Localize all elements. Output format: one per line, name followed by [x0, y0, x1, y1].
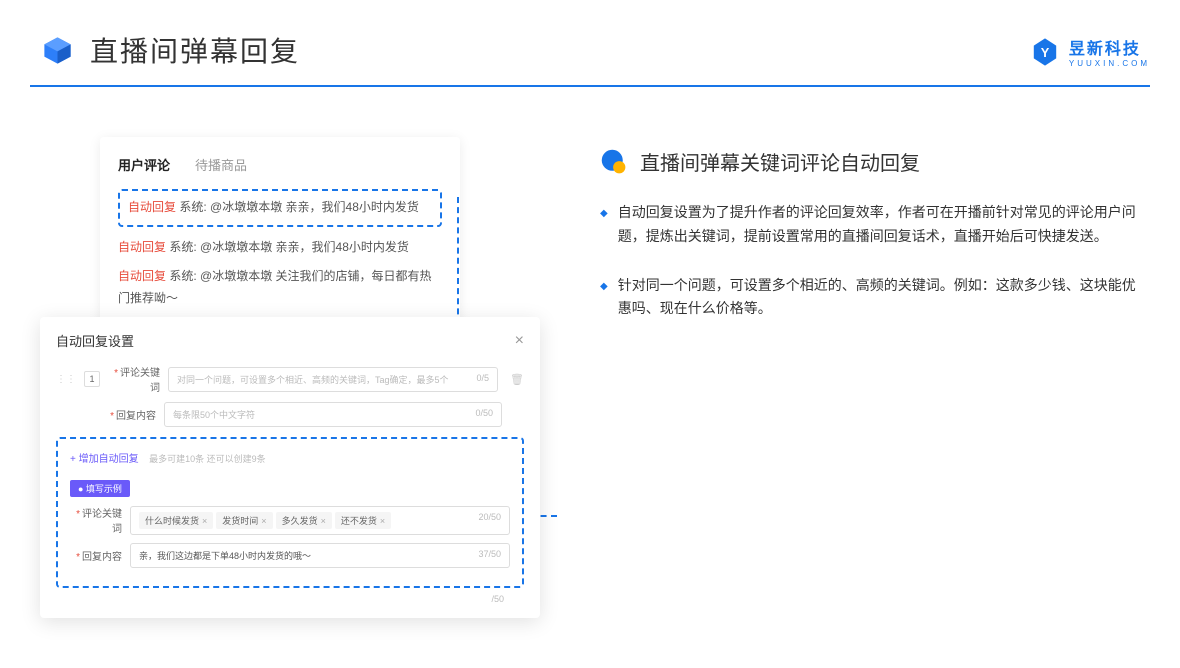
keyword-tag[interactable]: 发货时间	[216, 512, 272, 529]
add-hint: 最多可建10条 还可以创建9条	[149, 454, 266, 464]
brand-logo: Y 昱新科技 YUUXIN.COM	[1029, 35, 1150, 68]
comment-text: 系统: @冰墩墩本墩 亲亲，我们48小时内发货	[166, 240, 409, 254]
keyword-tag[interactable]: 多久发货	[276, 512, 332, 529]
auto-reply-settings-panel: 自动回复设置 × ⋮⋮ 1 *评论关键词 对同一个问题，可设置多个相近、高频的关…	[40, 317, 540, 618]
bullet-1: ◆ 自动回复设置为了提升作者的评论回复效率，作者可在开播前针对常见的评论用户问题…	[600, 201, 1140, 249]
highlighted-comment: 自动回复 系统: @冰墩墩本墩 亲亲，我们48小时内发货	[118, 189, 442, 227]
keyword-tag[interactable]: 还不发货	[335, 512, 391, 529]
svg-text:Y: Y	[1041, 44, 1050, 59]
example-badge: ● 填写示例	[70, 480, 130, 497]
example-section: + 增加自动回复 最多可建10条 还可以创建9条 ● 填写示例 *评论关键词 什…	[56, 437, 524, 588]
tab-user-comments[interactable]: 用户评论	[118, 155, 170, 174]
ex-keyword-input[interactable]: 什么时候发货发货时间多久发货还不发货 20/50	[130, 506, 510, 535]
cube-icon	[40, 33, 75, 68]
diamond-icon: ◆	[600, 278, 608, 322]
brand-icon: Y	[1029, 36, 1061, 68]
section-title: 直播间弹幕关键词评论自动回复	[640, 147, 920, 176]
auto-reply-tag: 自动回复	[128, 200, 176, 214]
chat-bubble-icon	[600, 148, 628, 176]
brand-name-en: YUUXIN.COM	[1069, 59, 1150, 68]
auto-reply-tag: 自动回复	[118, 240, 166, 254]
row-number: 1	[84, 371, 100, 387]
keyword-label: *评论关键词	[108, 364, 160, 394]
tab-pending-products[interactable]: 待播商品	[195, 155, 247, 174]
page-title: 直播间弹幕回复	[90, 30, 300, 70]
bottom-counter: /50	[56, 594, 524, 604]
comment-text: 系统: @冰墩墩本墩 亲亲，我们48小时内发货	[176, 200, 419, 214]
close-icon[interactable]: ×	[515, 332, 524, 350]
content-input[interactable]: 每条限50个中文字符 0/50	[164, 402, 502, 427]
auto-reply-tag: 自动回复	[118, 269, 166, 283]
ex-keyword-label: *评论关键词	[70, 505, 122, 535]
ex-content-label: *回复内容	[70, 548, 122, 563]
content-label: *回复内容	[104, 407, 156, 422]
keyword-input[interactable]: 对同一个问题，可设置多个相近、高频的关键词，Tag确定，最多5个 0/5	[168, 367, 498, 392]
delete-icon[interactable]: 🗑	[510, 373, 524, 386]
diamond-icon: ◆	[600, 205, 608, 249]
drag-handle-icon[interactable]: ⋮⋮	[56, 374, 76, 385]
ex-content-input[interactable]: 亲，我们这边都是下单48小时内发货的哦～ 37/50	[130, 543, 510, 568]
comment-panel: 用户评论 待播商品 自动回复 系统: @冰墩墩本墩 亲亲，我们48小时内发货 自…	[100, 137, 460, 327]
keyword-tag[interactable]: 什么时候发货	[139, 512, 213, 529]
settings-title: 自动回复设置	[56, 331, 134, 350]
brand-name-cn: 昱新科技	[1069, 35, 1150, 59]
bullet-2: ◆ 针对同一个问题，可设置多个相近的、高频的关键词。例如：这款多少钱、这块能优惠…	[600, 274, 1140, 322]
comment-text: 系统: @冰墩墩本墩 关注我们的店铺，每日都有热门推荐呦～	[118, 269, 432, 305]
add-auto-reply-link[interactable]: + 增加自动回复	[70, 450, 139, 465]
